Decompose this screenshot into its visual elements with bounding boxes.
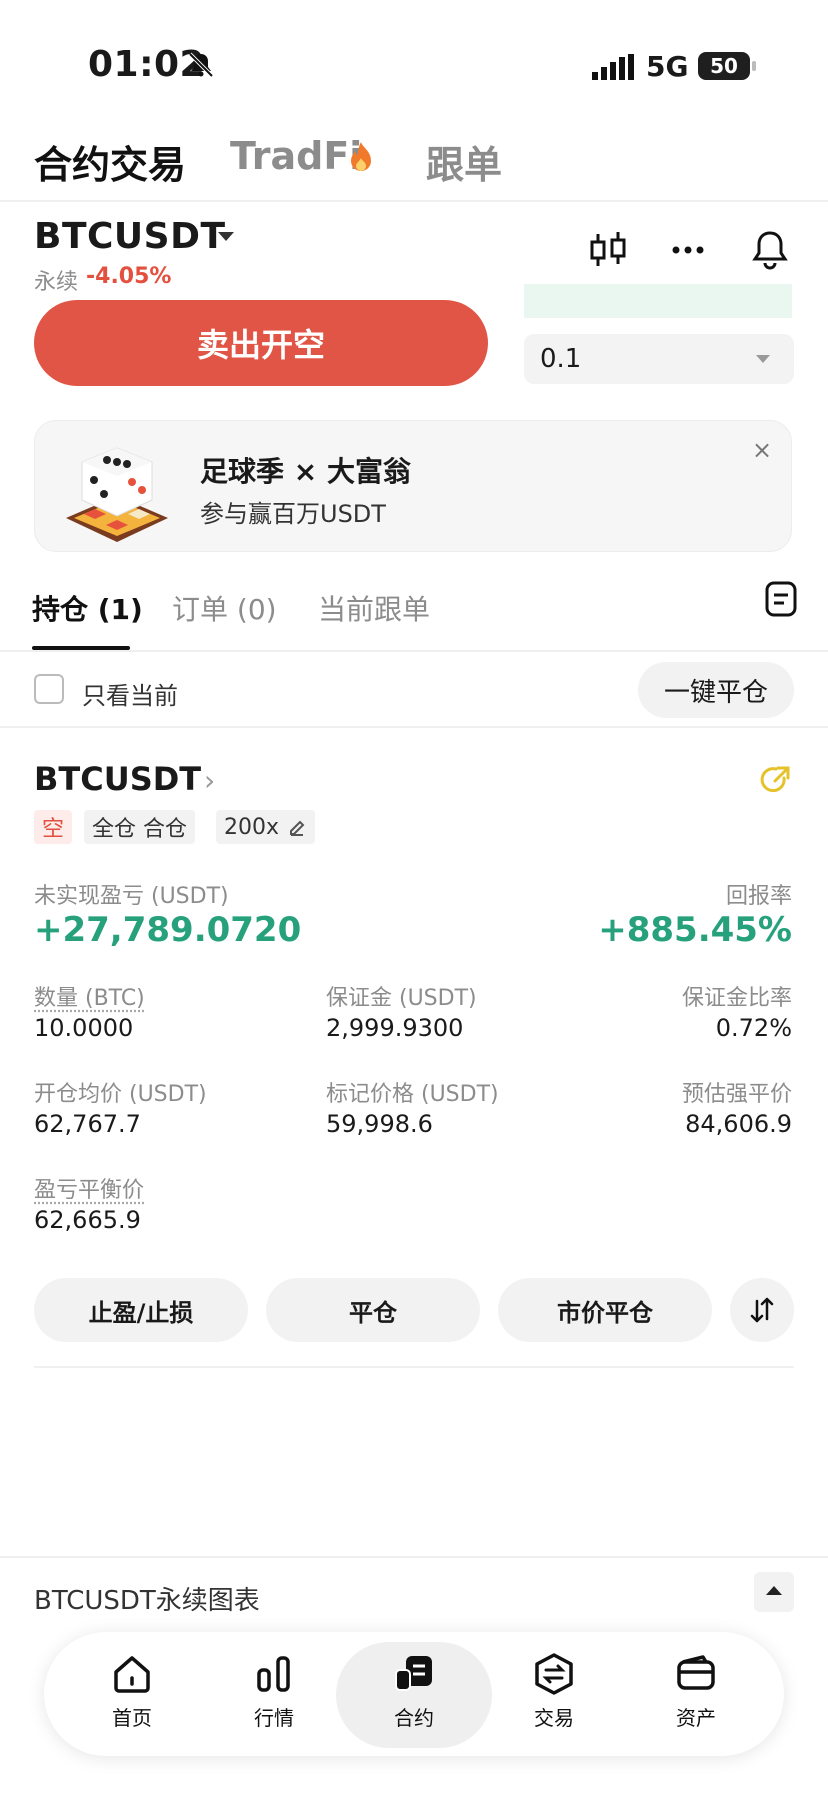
battery-indicator: 50 — [698, 52, 756, 80]
candlestick-icon[interactable] — [586, 228, 630, 272]
leverage-tag[interactable]: 200x — [216, 810, 316, 844]
tab-tradfi[interactable]: TradFi — [230, 134, 362, 178]
divider — [0, 200, 828, 202]
share-icon[interactable] — [758, 764, 792, 798]
tab-current-copy[interactable]: 当前跟单 — [318, 588, 430, 628]
market-close-button[interactable]: 市价平仓 — [498, 1278, 712, 1342]
reverse-position-button[interactable] — [730, 1278, 794, 1342]
nav-markets-label: 行情 — [254, 1706, 294, 1730]
note-icon[interactable] — [764, 580, 798, 618]
futures-icon — [395, 1656, 432, 1691]
nav-futures-label: 合约 — [394, 1706, 434, 1730]
nav-assets[interactable]: 资产 — [636, 1652, 756, 1752]
tpsl-button[interactable]: 止盈/止损 — [34, 1278, 248, 1342]
network-label: 5G — [646, 50, 689, 83]
caret-up-icon[interactable] — [754, 1572, 794, 1612]
quantity-value: 10.0000 — [34, 1014, 134, 1042]
leverage-value: 200x — [224, 814, 280, 840]
markets-icon — [257, 1656, 290, 1692]
promo-title: 足球季 × 大富翁 — [200, 455, 411, 488]
close-icon[interactable]: × — [752, 436, 772, 464]
margin-value: 2,999.9300 — [326, 1014, 464, 1042]
caret-down-icon[interactable] — [218, 232, 234, 241]
quantity-select[interactable]: 0.1 — [524, 334, 794, 384]
orderbook-peek — [524, 284, 792, 318]
price-change: -4.05% — [86, 264, 172, 289]
trade-icon — [535, 1653, 573, 1695]
current-only-checkbox[interactable] — [34, 674, 64, 704]
symbol-selector[interactable]: BTCUSDT — [34, 216, 226, 257]
bell-icon[interactable] — [748, 228, 792, 272]
tab-copy-trading[interactable]: 跟单 — [426, 134, 502, 189]
flame-icon — [351, 142, 371, 171]
nav-trade[interactable]: 交易 — [494, 1652, 614, 1752]
tab-positions[interactable]: 持仓 (1) — [32, 588, 143, 628]
bell-off-icon — [188, 52, 214, 78]
nav-home[interactable]: 首页 — [72, 1652, 192, 1752]
divider — [0, 1556, 828, 1558]
entry-price-label: 开仓均价 (USDT) — [34, 1082, 207, 1107]
nav-markets[interactable]: 行情 — [214, 1652, 334, 1752]
margin-ratio-value: 0.72% — [715, 1014, 792, 1042]
close-position-button[interactable]: 平仓 — [266, 1278, 480, 1342]
margin-label: 保证金 (USDT) — [326, 986, 477, 1011]
divider — [0, 726, 828, 728]
nav-futures[interactable]: 合约 — [354, 1652, 474, 1752]
close-all-button[interactable]: 一键平仓 — [638, 662, 794, 718]
breakeven-label[interactable]: 盈亏平衡价 — [34, 1172, 144, 1204]
position-symbol[interactable]: BTCUSDT — [34, 760, 201, 798]
current-only-label: 只看当前 — [82, 682, 178, 710]
tab-orders[interactable]: 订单 (0) — [172, 588, 277, 628]
roe-value: +885.45% — [598, 910, 792, 950]
side-tag: 空 — [34, 810, 73, 844]
more-icon[interactable] — [666, 228, 710, 272]
mark-price-label: 标记价格 (USDT) — [326, 1082, 499, 1107]
swap-icon — [750, 1297, 774, 1323]
divider — [34, 1366, 794, 1368]
divider — [0, 650, 828, 652]
chevron-right-icon[interactable]: › — [204, 764, 215, 797]
roe-label: 回报率 — [725, 884, 792, 909]
promo-subtitle: 参与赢百万USDT — [200, 500, 386, 528]
sell-open-short-button[interactable]: 卖出开空 — [34, 300, 488, 386]
tab-futures-trading[interactable]: 合约交易 — [34, 134, 186, 189]
contract-type: 永续 — [34, 270, 79, 295]
signal-icon — [592, 54, 634, 80]
entry-price-value: 62,767.7 — [34, 1110, 141, 1138]
chevron-down-icon[interactable] — [756, 355, 770, 363]
wallet-icon — [677, 1655, 715, 1690]
home-icon — [114, 1656, 150, 1693]
chart-title[interactable]: BTCUSDT永续图表 — [34, 1580, 260, 1617]
liq-price-value: 84,606.9 — [685, 1110, 792, 1138]
edit-icon — [290, 820, 305, 836]
nav-trade-label: 交易 — [534, 1706, 574, 1730]
breakeven-value: 62,665.9 — [34, 1206, 141, 1234]
unrealized-pnl-label: 未实现盈亏 (USDT) — [34, 884, 229, 909]
liq-price-label: 预估强平价 — [681, 1082, 792, 1107]
dice-board-icon — [66, 447, 168, 542]
nav-home-label: 首页 — [112, 1706, 152, 1730]
nav-assets-label: 资产 — [676, 1706, 716, 1730]
margin-ratio-label: 保证金比率 — [681, 986, 792, 1011]
unrealized-pnl-value: +27,789.0720 — [34, 910, 302, 950]
quantity-label[interactable]: 数量 (BTC) — [34, 980, 145, 1012]
margin-mode-tag: 全仓 合仓 — [84, 810, 195, 844]
mark-price-value: 59,998.6 — [326, 1110, 433, 1138]
